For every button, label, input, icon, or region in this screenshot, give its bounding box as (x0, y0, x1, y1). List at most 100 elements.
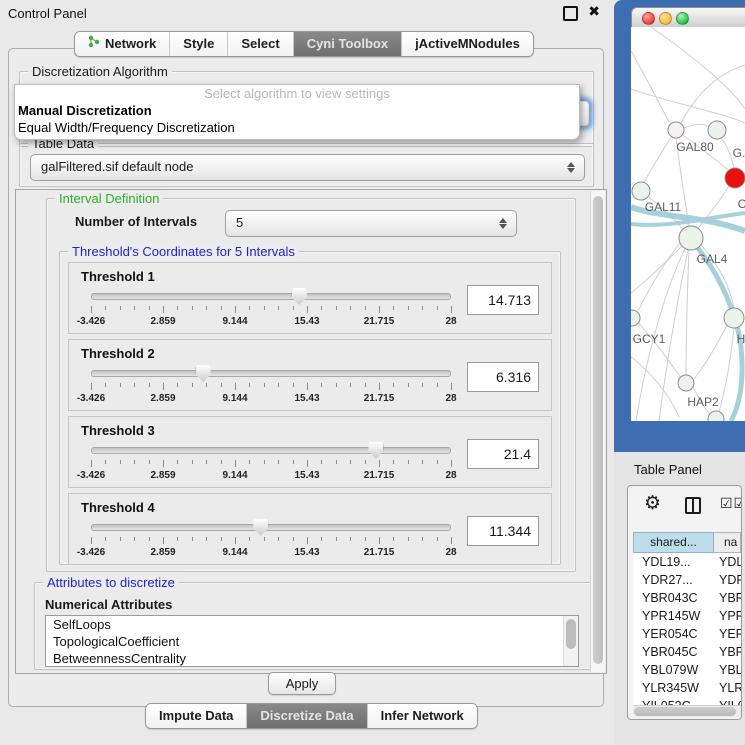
graph-node-h[interactable] (724, 308, 744, 328)
table-body[interactable]: YDL19...YDL1YDR27...YDR2YBR043CYBR0YPR14… (633, 553, 741, 705)
tab-discretize-data[interactable]: Discretize Data (246, 704, 366, 728)
threshold-slider[interactable]: -3.4262.8599.14415.4321.71528 (91, 447, 451, 454)
table-row[interactable]: YPR145WYPR1 (633, 607, 741, 625)
float-window-icon[interactable] (563, 6, 578, 21)
table-row[interactable]: YDL19...YDL1 (633, 553, 741, 571)
graph-node[interactable] (708, 411, 724, 421)
threshold-value-field[interactable]: 14.713 (467, 285, 539, 315)
cell-name[interactable]: YIL0 (712, 697, 741, 705)
slider-thumb[interactable] (292, 288, 307, 305)
threshold-label: Threshold 2 (81, 346, 155, 361)
table-row[interactable]: YBR045CYBR0 (633, 643, 741, 661)
minimize-traffic-light[interactable] (659, 12, 672, 25)
tab-style[interactable]: Style (169, 32, 227, 56)
graph-node-gcy1[interactable] (631, 310, 640, 326)
scrollbar-thumb[interactable] (566, 619, 576, 649)
cell-shared-name[interactable]: YBR043C (633, 589, 712, 607)
table-row[interactable]: YIL052CYIL0 (633, 697, 741, 705)
dropdown-hint-item[interactable]: Select algorithm to view settings (15, 85, 579, 102)
attribute-item-selfloops[interactable]: SelfLoops (46, 616, 578, 633)
slider-thumb[interactable] (196, 365, 211, 382)
attribute-item-topologicalcoefficient[interactable]: TopologicalCoefficient (46, 633, 578, 650)
attribute-item-betweennesscentrality[interactable]: BetweennessCentrality (46, 650, 578, 667)
cell-shared-name[interactable]: YER054C (633, 625, 712, 643)
network-canvas[interactable]: GAL80G.CGAL11GAL4GCY1HHAP2 (631, 27, 745, 421)
scrollbar-thumb[interactable] (634, 707, 736, 716)
graph-node-gal80[interactable] (668, 122, 684, 138)
attributes-scrollbar[interactable] (563, 616, 578, 666)
slider-track[interactable] (91, 293, 451, 300)
threshold-value-field[interactable]: 21.4 (467, 439, 539, 469)
table-data-combobox[interactable]: galFiltered.sif default node (30, 154, 585, 181)
dropdown-option-equal-width-frequency-discretization[interactable]: Equal Width/Frequency Discretization (15, 119, 579, 136)
column-header-shared-name[interactable]: shared... (633, 532, 714, 553)
slider-thumb[interactable] (368, 442, 383, 459)
cell-shared-name[interactable]: YDR27... (633, 571, 712, 589)
graph-node-gal4[interactable] (679, 226, 703, 250)
table-row[interactable]: YBR043CYBR0 (633, 589, 741, 607)
cell-shared-name[interactable]: YIL052C (633, 697, 712, 705)
cell-name[interactable]: YDR2 (712, 571, 741, 589)
graph-node-label: GCY1 (633, 332, 666, 346)
table-horizontal-scrollbar[interactable] (633, 705, 741, 717)
cell-shared-name[interactable]: YDL19... (633, 553, 712, 571)
table-row[interactable]: YER054CYER0 (633, 625, 741, 643)
tab-cyni-toolbox[interactable]: Cyni Toolbox (293, 32, 401, 56)
cell-name[interactable]: YBR0 (712, 589, 741, 607)
graph-node-c[interactable] (725, 168, 745, 188)
tab-label: Style (183, 32, 214, 56)
gear-icon[interactable]: ⚙︎ (644, 494, 661, 513)
tab-jactivemnodules[interactable]: jActiveMNodules (401, 32, 533, 56)
graph-node-gal11[interactable] (632, 182, 650, 200)
threshold-slider[interactable]: -3.4262.8599.14415.4321.71528 (91, 370, 451, 377)
close-traffic-light[interactable] (642, 12, 655, 25)
numerical-attributes-list[interactable]: SelfLoopsTopologicalCoefficientBetweenne… (45, 615, 579, 667)
scrollbar-thumb[interactable] (593, 196, 603, 664)
cell-name[interactable]: YBR0 (712, 643, 741, 661)
table-row[interactable]: YBL079WYBL0 (633, 661, 741, 679)
tick-label: 2.859 (150, 470, 175, 481)
slider-track[interactable] (91, 370, 451, 377)
slider-track[interactable] (91, 524, 451, 531)
close-icon[interactable]: ✖ (588, 3, 600, 20)
tick-mark (278, 460, 279, 464)
select-columns-icon[interactable]: ☑☑ (720, 495, 742, 512)
threshold-value-field[interactable]: 11.344 (467, 516, 539, 546)
tab-infer-network[interactable]: Infer Network (367, 704, 477, 728)
tab-network[interactable]: Network (75, 32, 169, 56)
tick-mark (451, 306, 452, 313)
cell-shared-name[interactable]: YLR345W (633, 679, 712, 697)
number-of-intervals-combobox[interactable]: 5 (225, 210, 517, 237)
tick-mark (177, 306, 178, 310)
settings-vertical-scrollbar[interactable] (590, 191, 605, 672)
cell-name[interactable]: YDL1 (712, 553, 741, 571)
threshold-slider[interactable]: -3.4262.8599.14415.4321.71528 (91, 293, 451, 300)
settings-scrollpane: Interval Definition Number of Intervals … (15, 189, 607, 674)
graph-node-g[interactable] (708, 121, 726, 139)
column-split-icon[interactable] (685, 497, 701, 514)
tick-label: 28 (445, 547, 456, 558)
slider-thumb[interactable] (253, 519, 268, 536)
column-header-name[interactable]: na (714, 532, 741, 553)
cell-name[interactable]: YPR1 (712, 607, 741, 625)
tab-select[interactable]: Select (227, 32, 292, 56)
cell-shared-name[interactable]: YPR145W (633, 607, 712, 625)
graph-node-hap2[interactable] (678, 375, 694, 391)
cell-shared-name[interactable]: YBR045C (633, 643, 712, 661)
cell-name[interactable]: YER0 (712, 625, 741, 643)
cell-name[interactable]: YLR3 (712, 679, 741, 697)
tick-mark (249, 306, 250, 310)
table-row[interactable]: YLR345WYLR3 (633, 679, 741, 697)
dropdown-option-manual-discretization[interactable]: Manual Discretization (15, 102, 579, 119)
tab-impute-data[interactable]: Impute Data (146, 704, 246, 728)
apply-button[interactable]: Apply (268, 672, 336, 695)
threshold-slider[interactable]: -3.4262.8599.14415.4321.71528 (91, 524, 451, 531)
cell-shared-name[interactable]: YBL079W (633, 661, 712, 679)
slider-track[interactable] (91, 447, 451, 454)
threshold-value-field[interactable]: 6.316 (467, 362, 539, 392)
table-row[interactable]: YDR27...YDR2 (633, 571, 741, 589)
cell-name[interactable]: YBL0 (712, 661, 741, 679)
zoom-traffic-light[interactable] (676, 12, 689, 25)
table-data-value: galFiltered.sif default node (41, 159, 193, 174)
network-window-titlebar[interactable] (631, 7, 745, 29)
